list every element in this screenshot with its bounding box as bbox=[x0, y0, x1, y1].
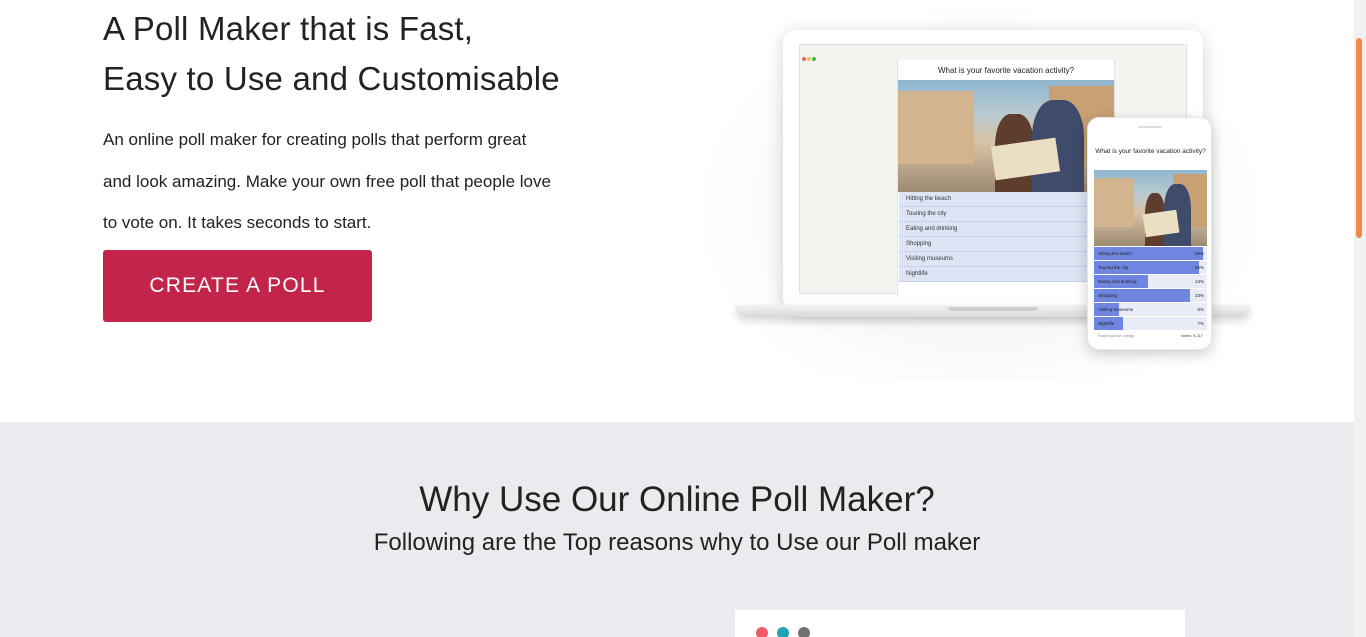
features-subtitle: Following are the Top reasons why to Use… bbox=[373, 529, 981, 556]
laptop-poll-widget: What is your favorite vacation activity?… bbox=[897, 60, 1115, 296]
result-label: Touring the city bbox=[1098, 265, 1129, 270]
travelers-photo bbox=[898, 80, 1114, 192]
phone-poll-result: Shopping 23% bbox=[1094, 289, 1207, 303]
laptop-poll-option: Eating and drinking bbox=[899, 222, 1113, 237]
phone-mockup: What is your favorite vacation activity?… bbox=[1087, 117, 1212, 350]
page-scrollbar[interactable] bbox=[1354, 0, 1366, 637]
scrollbar-thumb[interactable] bbox=[1356, 38, 1362, 238]
hero-title-line-1: A Poll Maker that is Fast, bbox=[103, 10, 474, 47]
create-poll-button[interactable]: CREATE A POLL bbox=[103, 250, 372, 322]
features-section: Why Use Our Online Poll Maker? Following… bbox=[0, 422, 1354, 637]
result-label: Visiting museums bbox=[1098, 307, 1134, 312]
laptop-poll-votes: Votes: 9,2 bbox=[898, 282, 1114, 292]
laptop-notch bbox=[948, 307, 1038, 311]
laptop-poll-option: Nightlife bbox=[899, 267, 1113, 282]
hero-title-line-2: Easy to Use and Customisable bbox=[103, 60, 560, 97]
laptop-poll-question: What is your favorite vacation activity? bbox=[937, 66, 1075, 75]
laptop-poll-option: Shopping bbox=[899, 237, 1113, 252]
laptop-poll-option: Hitting the beach bbox=[899, 192, 1113, 207]
features-title: Why Use Our Online Poll Maker? bbox=[419, 480, 935, 519]
phone-poll-result: Nightlife 7% bbox=[1094, 317, 1207, 331]
window-dot-icon bbox=[777, 627, 789, 637]
phone-poll-results: Hitting the beach 26% Touring the city 25% E… bbox=[1094, 247, 1207, 331]
window-dot-icon bbox=[798, 627, 810, 637]
result-percent: 13% bbox=[1194, 279, 1204, 284]
browser-dots-icon bbox=[802, 48, 817, 66]
hero-description: An online poll maker for creating polls … bbox=[103, 130, 551, 232]
phone-speaker bbox=[1138, 126, 1162, 128]
phone-poll-result: Eating and drinking 13% bbox=[1094, 275, 1207, 289]
result-label: Eating and drinking bbox=[1098, 279, 1137, 284]
phone-poll-question: What is your favorite vacation activity? bbox=[1095, 148, 1206, 155]
result-percent: 6% bbox=[1197, 307, 1204, 312]
phone-poll-result: Visiting museums 6% bbox=[1094, 303, 1207, 317]
laptop-poll-options: Hitting the beach Touring the city Eating … bbox=[898, 192, 1114, 282]
phone-thanks-text: Thank you for voting! bbox=[1097, 333, 1135, 338]
hero-section: A Poll Maker that is Fast, Easy to Use a… bbox=[0, 0, 1354, 422]
result-label: Hitting the beach bbox=[1098, 251, 1132, 256]
travelers-photo-small bbox=[1094, 170, 1207, 246]
window-dots-icon bbox=[756, 626, 819, 637]
feature-preview-card bbox=[735, 610, 1185, 637]
laptop-poll-option: Visiting museums bbox=[899, 252, 1113, 267]
result-percent: 23% bbox=[1194, 293, 1204, 298]
result-label: Nightlife bbox=[1098, 321, 1115, 326]
phone-poll-result: Hitting the beach 26% bbox=[1094, 247, 1207, 261]
result-percent: 7% bbox=[1197, 321, 1204, 326]
window-dot-icon bbox=[756, 627, 768, 637]
result-percent: 25% bbox=[1194, 265, 1204, 270]
device-mockup-image: What is your favorite vacation activity?… bbox=[690, 0, 1270, 380]
phone-poll-result: Touring the city 25% bbox=[1094, 261, 1207, 275]
result-label: Shopping bbox=[1098, 293, 1118, 298]
phone-votes-text: Votes: 9,217 bbox=[1180, 333, 1203, 338]
hero-title: A Poll Maker that is Fast, Easy to Use a… bbox=[103, 4, 560, 104]
result-percent: 26% bbox=[1194, 251, 1204, 256]
laptop-poll-option: Touring the city bbox=[899, 207, 1113, 222]
